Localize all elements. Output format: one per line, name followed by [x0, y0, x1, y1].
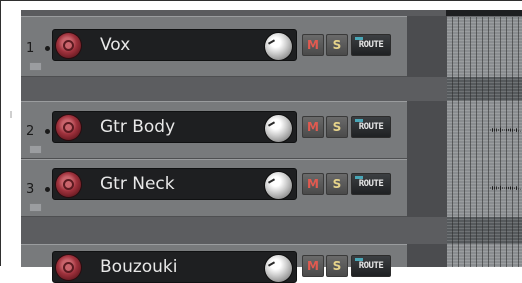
route-button[interactable]: ROUTE — [351, 255, 391, 277]
track-gutter — [407, 244, 447, 267]
mute-button[interactable]: M — [302, 34, 324, 56]
track-gutter — [407, 101, 447, 159]
track-name-box[interactable]: Gtr Body — [52, 111, 297, 143]
volume-knob-icon[interactable] — [265, 172, 292, 199]
track-lane-1[interactable] — [446, 17, 522, 77]
folder-gap — [21, 217, 447, 244]
mute-button[interactable]: M — [302, 173, 324, 195]
track-lane-2[interactable] — [446, 101, 522, 159]
folder-gap — [21, 77, 447, 101]
record-arm-button[interactable] — [56, 255, 81, 280]
solo-button[interactable]: S — [326, 116, 348, 138]
mute-button[interactable]: M — [302, 116, 324, 138]
track-lane-4[interactable] — [446, 244, 522, 267]
track-dot-icon — [45, 129, 50, 134]
record-arm-button[interactable] — [56, 33, 81, 58]
track-name[interactable]: Bouzouki — [100, 257, 178, 277]
track-row-2[interactable]: 2 Gtr Body M S ROUTE — [21, 101, 407, 159]
route-button[interactable]: ROUTE — [351, 34, 391, 56]
track-name[interactable]: Gtr Neck — [100, 174, 175, 194]
track-number: 2 — [26, 124, 35, 139]
track-name[interactable]: Gtr Body — [100, 117, 175, 137]
folder-icon[interactable] — [29, 62, 42, 71]
mute-button[interactable]: M — [302, 255, 324, 277]
solo-button[interactable]: S — [326, 255, 348, 277]
record-arm-button[interactable] — [56, 172, 81, 197]
track-name[interactable]: Vox — [100, 35, 130, 55]
folder-icon[interactable] — [29, 203, 42, 212]
track-gutter — [407, 159, 447, 217]
route-button[interactable]: ROUTE — [351, 173, 391, 195]
track-number: 1 — [26, 41, 35, 56]
track-name-box[interactable]: Vox — [52, 29, 297, 61]
volume-knob-icon[interactable] — [265, 255, 292, 282]
volume-knob-icon[interactable] — [265, 115, 292, 142]
track-name-box[interactable]: Gtr Neck — [52, 168, 297, 200]
track-lane-3[interactable] — [446, 159, 522, 217]
track-dot-icon — [45, 46, 50, 51]
volume-knob-icon[interactable] — [265, 33, 292, 60]
waveform — [490, 127, 522, 133]
left-margin — [2, 2, 21, 267]
solo-button[interactable]: S — [326, 34, 348, 56]
track-number: 3 — [26, 182, 35, 197]
track-row-4[interactable]: Bouzouki M S ROUTE — [21, 244, 407, 283]
record-arm-button[interactable] — [56, 115, 81, 140]
track-name-box[interactable]: Bouzouki — [52, 251, 297, 283]
panel-resize-grip[interactable] — [10, 111, 12, 118]
track-row-1[interactable]: 1 Vox M S ROUTE — [21, 16, 407, 77]
waveform — [490, 185, 522, 191]
track-row-3[interactable]: 3 Gtr Neck M S ROUTE — [21, 159, 407, 217]
track-gutter — [407, 16, 447, 77]
timeline-ruler[interactable] — [446, 10, 522, 17]
arrange-view[interactable] — [446, 10, 522, 267]
reaper-window: 1 Vox M S ROUTE 2 Gtr Body M S ROUTE 3 G… — [0, 0, 522, 283]
lane-gap — [446, 217, 522, 244]
solo-button[interactable]: S — [326, 173, 348, 195]
folder-icon[interactable] — [29, 145, 42, 154]
lane-gap — [446, 77, 522, 101]
route-button[interactable]: ROUTE — [351, 116, 391, 138]
track-dot-icon — [45, 187, 50, 192]
